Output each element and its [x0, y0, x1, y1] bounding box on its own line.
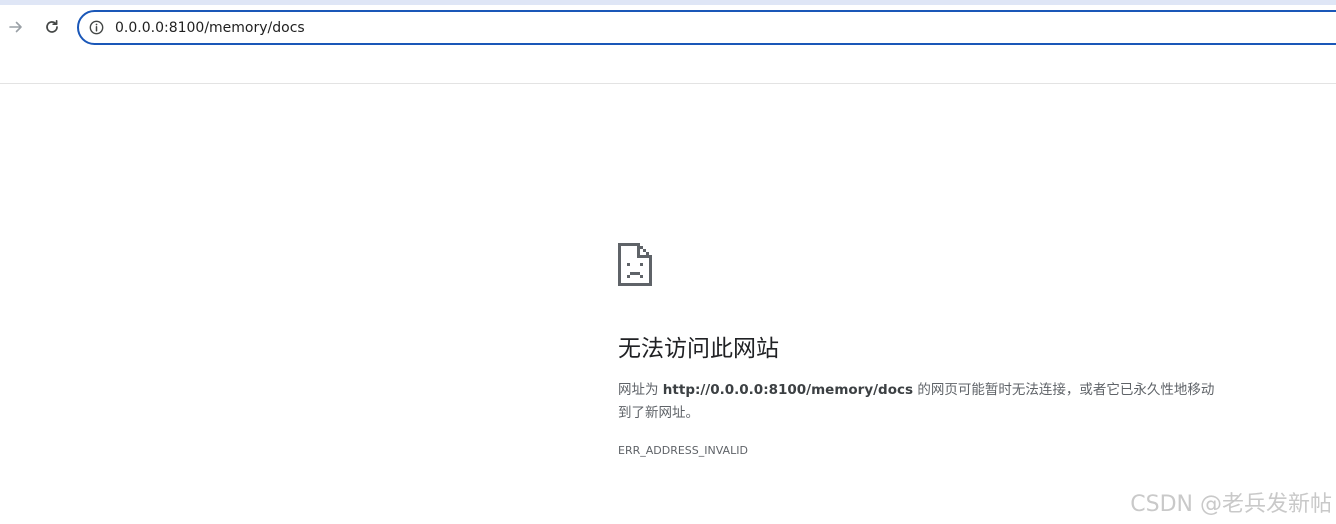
error-description-prefix: 网址为	[618, 382, 663, 398]
forward-button[interactable]	[3, 14, 29, 40]
arrow-right-icon	[9, 21, 22, 33]
address-bar[interactable]: 0.0.0.0:8100/memory/docs	[77, 10, 1336, 45]
address-bar-url[interactable]: 0.0.0.0:8100/memory/docs	[115, 19, 305, 37]
reload-button[interactable]	[39, 14, 65, 40]
error-description: 网址为 http://0.0.0.0:8100/memory/docs 的网页可…	[618, 379, 1218, 425]
info-icon[interactable]	[88, 19, 105, 36]
reload-icon	[46, 19, 58, 33]
tab-strip-edge	[0, 0, 1336, 5]
sad-page-icon	[618, 243, 652, 286]
watermark: CSDN @老兵发新帖	[1130, 492, 1332, 517]
error-description-url: http://0.0.0.0:8100/memory/docs	[662, 382, 914, 398]
error-code: ERR_ADDRESS_INVALID	[618, 444, 748, 457]
error-title: 无法访问此网站	[618, 336, 779, 362]
browser-toolbar: 0.0.0.0:8100/memory/docs	[0, 0, 1336, 84]
